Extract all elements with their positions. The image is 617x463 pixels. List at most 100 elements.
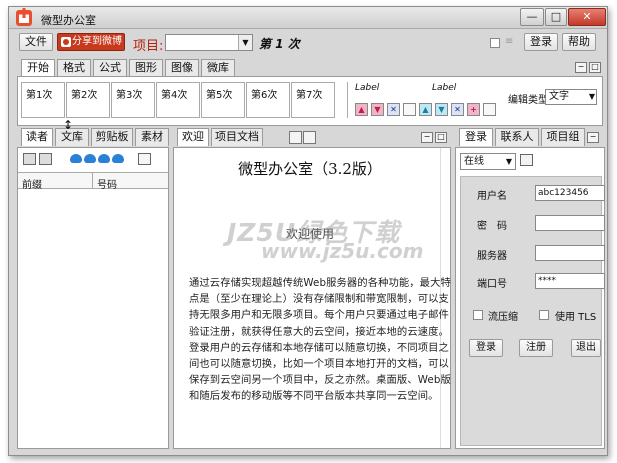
iteration-4[interactable]: 第4次: [156, 82, 200, 118]
port-input[interactable]: ****: [535, 273, 605, 289]
cloud-upload-icon[interactable]: [98, 154, 110, 163]
restore-panel-icon[interactable]: □: [435, 132, 447, 143]
iteration-2[interactable]: 第2次: [66, 82, 110, 118]
port-label: 端口号: [477, 279, 507, 290]
welcome-body: 通过云存储实现超越传统Web服务器的各种功能，最大特点是（至少在理论上）没有存储…: [189, 277, 451, 403]
column-prefix[interactable]: 前缀: [22, 176, 42, 191]
form-login-button[interactable]: 登录: [469, 339, 503, 357]
maximize-button[interactable]: □: [545, 8, 567, 26]
tab-start[interactable]: 开始: [21, 59, 55, 77]
logout-button[interactable]: 退出: [571, 339, 601, 357]
tab-project-docs[interactable]: 项目文档: [211, 128, 263, 146]
tls-checkbox[interactable]: [539, 310, 549, 320]
prev-tab-icon[interactable]: [289, 131, 302, 144]
blank-icon[interactable]: [403, 103, 416, 116]
right-panel: 在线 ▼ 用户名 abc123456 密 码 服务器 端口号 **** 流压缩 …: [455, 147, 605, 449]
right-panel-tabs: 登录 联系人 项目组 −: [455, 128, 605, 147]
column-number[interactable]: 号码: [97, 176, 117, 191]
watermark-url: www.jz5u.com: [261, 239, 424, 263]
minimize-ribbon-icon[interactable]: −: [575, 62, 587, 73]
tab-format[interactable]: 格式: [57, 59, 91, 76]
tab-readers[interactable]: 读者: [21, 128, 53, 146]
delete-icon[interactable]: ✕: [387, 103, 400, 116]
list-icon: ≡: [505, 36, 514, 47]
project-select[interactable]: ▼: [165, 34, 253, 51]
window-title: 微型办公室: [41, 14, 96, 27]
close-button[interactable]: ✕: [568, 8, 606, 26]
title-bar: 微型办公室 — □ ✕: [9, 7, 607, 29]
username-label: 用户名: [477, 191, 507, 202]
toolbar-checkbox[interactable]: [490, 38, 500, 48]
status-select[interactable]: 在线 ▼: [460, 153, 516, 170]
delete-2-icon[interactable]: ✕: [451, 103, 464, 116]
document-icon[interactable]: [138, 153, 151, 165]
status-option-icon[interactable]: [520, 154, 533, 166]
server-label: 服务器: [477, 251, 507, 262]
iteration-3[interactable]: 第3次: [111, 82, 155, 118]
minimize-button[interactable]: —: [520, 8, 544, 26]
left-panel-tabs: 读者 文库 剪贴板 素材: [17, 128, 169, 147]
tab-formula[interactable]: 公式: [93, 59, 127, 76]
server-input[interactable]: [535, 245, 605, 261]
tab-welcome[interactable]: 欢迎: [177, 128, 209, 146]
restore-ribbon-icon[interactable]: □: [589, 62, 601, 73]
move-up-pink-icon[interactable]: ▲: [355, 103, 368, 116]
tab-project-group[interactable]: 项目组: [541, 128, 585, 146]
tab-materials[interactable]: 素材: [135, 128, 169, 146]
chevron-down-icon: ▼: [505, 157, 512, 166]
iteration-5[interactable]: 第5次: [201, 82, 245, 118]
clear-icon[interactable]: [483, 103, 496, 116]
add-icon[interactable]: +: [467, 103, 480, 116]
username-input[interactable]: abc123456: [535, 185, 605, 201]
menu-row: 文件 分享到微博 项目: ▼ 第 1 次 ≡ 登录 帮助: [9, 31, 607, 55]
status-value: 在线: [464, 156, 484, 167]
label-1: Label: [355, 83, 380, 93]
iteration-7[interactable]: 第7次: [291, 82, 335, 118]
project-label: 项目:: [133, 39, 164, 54]
move-up-teal-icon[interactable]: ▲: [419, 103, 432, 116]
tls-label: 使用 TLS: [555, 312, 597, 323]
users-icon[interactable]: [70, 154, 82, 163]
ribbon-tabs: 开始 格式 公式 图形 图像 微库 − □: [17, 59, 603, 77]
iteration-1[interactable]: 第1次: [21, 82, 65, 118]
label-2: Label: [432, 83, 457, 93]
share-weibo-button[interactable]: 分享到微博: [57, 33, 125, 51]
login-form: 用户名 abc123456 密 码 服务器 端口号 **** 流压缩 使用 TL…: [460, 176, 605, 446]
minimize-right-panel-icon[interactable]: −: [587, 132, 599, 143]
tab-login[interactable]: 登录: [459, 128, 493, 146]
chevron-down-icon: ▼: [238, 35, 252, 50]
print-icon[interactable]: [39, 153, 52, 165]
minimize-panel-icon[interactable]: −: [421, 132, 433, 143]
iteration-scroll[interactable]: [336, 82, 348, 118]
move-down-pink-icon[interactable]: ▼: [371, 103, 384, 116]
edit-type-value: 文字: [549, 91, 569, 102]
tab-clipboard[interactable]: 剪贴板: [91, 128, 133, 146]
resize-cursor-icon: ↕: [63, 118, 74, 132]
edit-type-label: 编辑类型: [508, 95, 548, 106]
iteration-6[interactable]: 第6次: [246, 82, 290, 118]
cloud-sync-icon[interactable]: [112, 154, 124, 163]
next-tab-icon[interactable]: [303, 131, 316, 144]
register-button[interactable]: 注册: [519, 339, 553, 357]
file-button[interactable]: 文件: [19, 33, 53, 51]
compress-checkbox[interactable]: [473, 310, 483, 320]
table-header: 前缀 号码: [18, 172, 168, 191]
login-button[interactable]: 登录: [524, 33, 558, 51]
cloud-download-icon[interactable]: [84, 154, 96, 163]
tab-contacts[interactable]: 联系人: [495, 128, 539, 146]
tab-image[interactable]: 图像: [165, 59, 199, 76]
share-label: 分享到微博: [72, 36, 122, 47]
column-divider: [92, 173, 93, 189]
edit-type-select[interactable]: 文字 ▼: [545, 89, 597, 105]
app-logo-icon: [13, 7, 37, 29]
compress-label: 流压缩: [488, 312, 518, 323]
list-view-icon[interactable]: [23, 153, 36, 165]
help-button[interactable]: 帮助: [562, 33, 596, 51]
left-panel: 前缀 号码: [17, 147, 169, 449]
move-down-teal-icon[interactable]: ▼: [435, 103, 448, 116]
tab-graphics[interactable]: 图形: [129, 59, 163, 76]
password-input[interactable]: [535, 215, 605, 231]
tab-library[interactable]: 微库: [201, 59, 235, 76]
center-panel-tabs: 欢迎 项目文档 − □: [173, 128, 451, 147]
ribbon-panel: 第1次 第2次 第3次 第4次 第5次 第6次 第7次 Label Label …: [17, 76, 603, 126]
